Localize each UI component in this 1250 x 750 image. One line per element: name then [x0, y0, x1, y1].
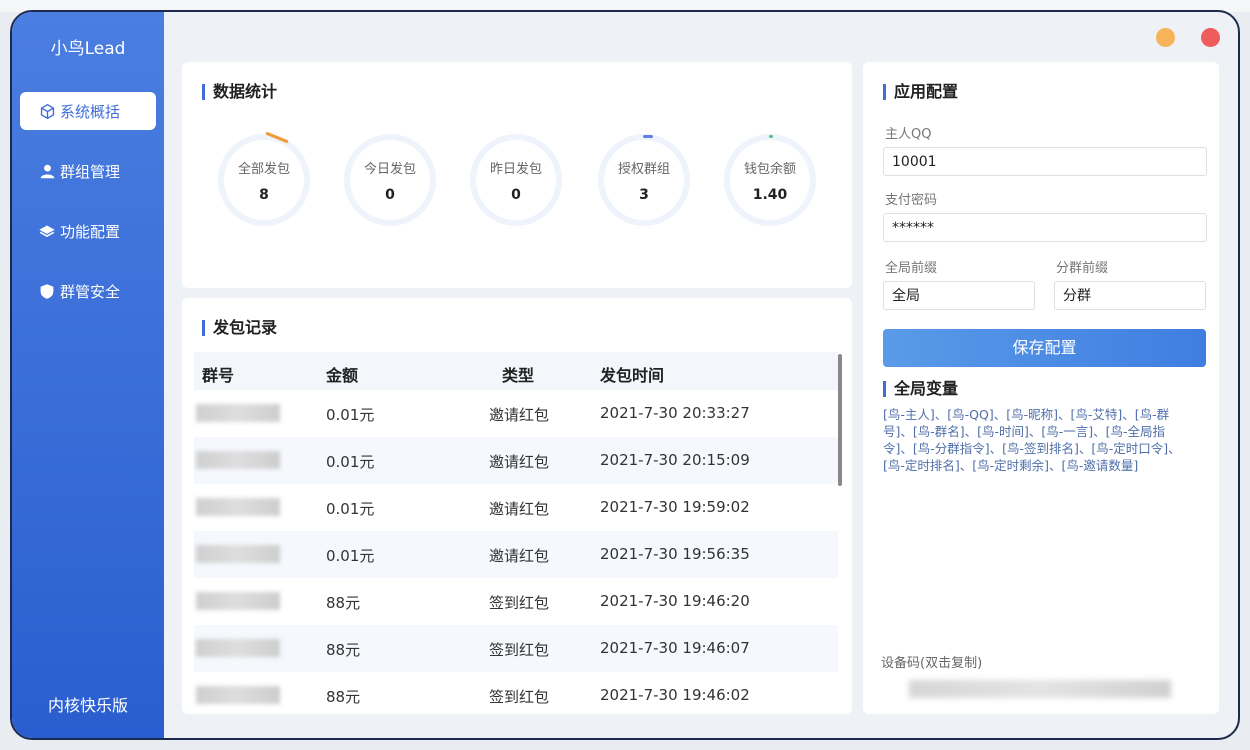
sidebar-item-features[interactable]: 功能配置 — [20, 212, 156, 250]
global-prefix-label: 全局前缀 — [885, 261, 938, 276]
sidebar-item-label: 群管安全 — [60, 282, 121, 301]
stat-value: 8 — [259, 186, 269, 203]
table-row[interactable]: 88元 签到红包 2021-7-30 19:46:02 — [194, 672, 838, 714]
time-cell: 2021-7-30 20:15:09 — [600, 451, 750, 469]
stats-card: 数据统计 全部发包 8 今日发包 0 昨日发包 0 授权群组 3 钱包余额 1.… — [182, 62, 852, 288]
device-code-redacted[interactable] — [909, 680, 1171, 698]
stat-authorized-groups: 授权群组 3 — [598, 134, 690, 226]
amount-cell: 88元 — [326, 641, 361, 659]
group-id-redacted — [196, 545, 280, 563]
config-card: 应用配置 主人QQ 10001 支付密码 ****** 全局前缀 全局 分群前缀… — [863, 62, 1219, 714]
device-code-label: 设备码(双击复制) — [881, 656, 983, 671]
time-cell: 2021-7-30 19:46:07 — [600, 639, 750, 657]
time-cell: 2021-7-30 19:46:02 — [600, 686, 750, 704]
user-icon — [38, 162, 56, 180]
global-vars-list: [鸟-主人]、[鸟-QQ]、[鸟-昵称]、[鸟-艾特]、[鸟-群号]、[鸟-群名… — [883, 407, 1181, 473]
group-id-redacted — [196, 498, 280, 516]
owner-qq-label: 主人QQ — [885, 127, 932, 142]
type-cell: 邀请红包 — [489, 406, 550, 424]
sidebar-item-label: 群组管理 — [60, 162, 121, 181]
type-cell: 邀请红包 — [489, 453, 550, 471]
amount-cell: 88元 — [326, 594, 361, 612]
app-title: 小鸟Lead — [50, 39, 126, 59]
save-config-button[interactable]: 保存配置 — [883, 329, 1206, 367]
global-prefix-input[interactable]: 全局 — [883, 281, 1035, 310]
group-id-redacted — [196, 404, 280, 422]
table-row[interactable]: 0.01元 邀请红包 2021-7-30 20:33:27 — [194, 390, 838, 437]
amount-cell: 88元 — [326, 688, 361, 706]
app-window: 小鸟Lead 系统概括 群组管理 功能配置 群管安全 内核快乐版 数据统计 全部… — [10, 10, 1240, 740]
table-row[interactable]: 88元 签到红包 2021-7-30 19:46:20 — [194, 578, 838, 625]
stat-value: 0 — [385, 186, 395, 203]
owner-qq-input[interactable]: 10001 — [883, 147, 1207, 176]
table-row[interactable]: 0.01元 邀请红包 2021-7-30 19:59:02 — [194, 484, 838, 531]
amount-cell: 0.01元 — [326, 453, 375, 471]
stat-value: 3 — [639, 186, 649, 203]
group-id-redacted — [196, 686, 280, 704]
sidebar: 小鸟Lead 系统概括 群组管理 功能配置 群管安全 内核快乐版 — [12, 12, 164, 738]
stat-label: 授权群组 — [617, 161, 670, 177]
stat-yesterday-packets: 昨日发包 0 — [470, 134, 562, 226]
sidebar-item-security[interactable]: 群管安全 — [20, 272, 156, 310]
pay-password-input[interactable]: ****** — [883, 213, 1207, 242]
table-row[interactable]: 0.01元 邀请红包 2021-7-30 19:56:35 — [194, 531, 838, 578]
time-cell: 2021-7-30 19:59:02 — [600, 498, 750, 516]
amount-cell: 0.01元 — [326, 547, 375, 565]
group-id-redacted — [196, 639, 280, 657]
table-scrollbar[interactable] — [838, 354, 842, 486]
pay-password-label: 支付密码 — [885, 193, 938, 208]
stat-total-packets: 全部发包 8 — [218, 134, 310, 226]
column-header: 群号 — [202, 366, 235, 385]
type-cell: 签到红包 — [489, 641, 550, 659]
column-header: 金额 — [326, 366, 359, 385]
records-title: 发包记录 — [202, 320, 277, 336]
stat-progress-arc — [643, 135, 653, 138]
column-header: 类型 — [502, 366, 535, 385]
sidebar-item-label: 功能配置 — [60, 222, 121, 241]
sidebar-item-groups[interactable]: 群组管理 — [20, 152, 156, 190]
minimize-button[interactable] — [1156, 28, 1175, 47]
time-cell: 2021-7-30 19:56:35 — [600, 545, 750, 563]
group-id-redacted — [196, 451, 280, 469]
type-cell: 签到红包 — [489, 594, 550, 612]
time-cell: 2021-7-30 19:46:20 — [600, 592, 750, 610]
sidebar-item-label: 系统概括 — [60, 102, 121, 121]
amount-cell: 0.01元 — [326, 406, 375, 424]
edition-label: 内核快乐版 — [47, 696, 128, 715]
type-cell: 签到红包 — [489, 688, 550, 706]
global-vars-title: 全局变量 — [883, 381, 958, 397]
stat-label: 昨日发包 — [489, 161, 542, 177]
config-title: 应用配置 — [883, 84, 958, 100]
records-card: 发包记录 群号 金额 类型 发包时间 0.01元 邀请红包 2021-7-30 … — [182, 298, 852, 714]
table-row[interactable]: 0.01元 邀请红包 2021-7-30 20:15:09 — [194, 437, 838, 484]
type-cell: 邀请红包 — [489, 547, 550, 565]
stat-label: 钱包余额 — [743, 161, 796, 177]
stats-title: 数据统计 — [202, 84, 277, 100]
sidebar-item-overview[interactable]: 系统概括 — [20, 92, 156, 130]
table-header: 群号 金额 类型 发包时间 — [194, 352, 838, 390]
close-button[interactable] — [1201, 28, 1220, 47]
stat-label: 全部发包 — [237, 161, 290, 177]
stat-value: 0 — [511, 186, 521, 203]
shield-icon — [38, 282, 56, 300]
stat-wallet-balance: 钱包余额 1.40 — [724, 134, 816, 226]
column-header: 发包时间 — [600, 366, 665, 385]
table-row[interactable]: 88元 签到红包 2021-7-30 19:46:07 — [194, 625, 838, 672]
stat-label: 今日发包 — [363, 161, 416, 177]
stat-today-packets: 今日发包 0 — [344, 134, 436, 226]
amount-cell: 0.01元 — [326, 500, 375, 518]
stat-value: 1.40 — [752, 186, 788, 203]
cube-icon — [38, 102, 56, 120]
group-prefix-label: 分群前缀 — [1056, 261, 1109, 276]
time-cell: 2021-7-30 20:33:27 — [600, 404, 750, 422]
stat-progress-arc — [769, 135, 773, 138]
layers-icon — [38, 222, 56, 240]
group-id-redacted — [196, 592, 280, 610]
type-cell: 邀请红包 — [489, 500, 550, 518]
group-prefix-input[interactable]: 分群 — [1054, 281, 1206, 310]
